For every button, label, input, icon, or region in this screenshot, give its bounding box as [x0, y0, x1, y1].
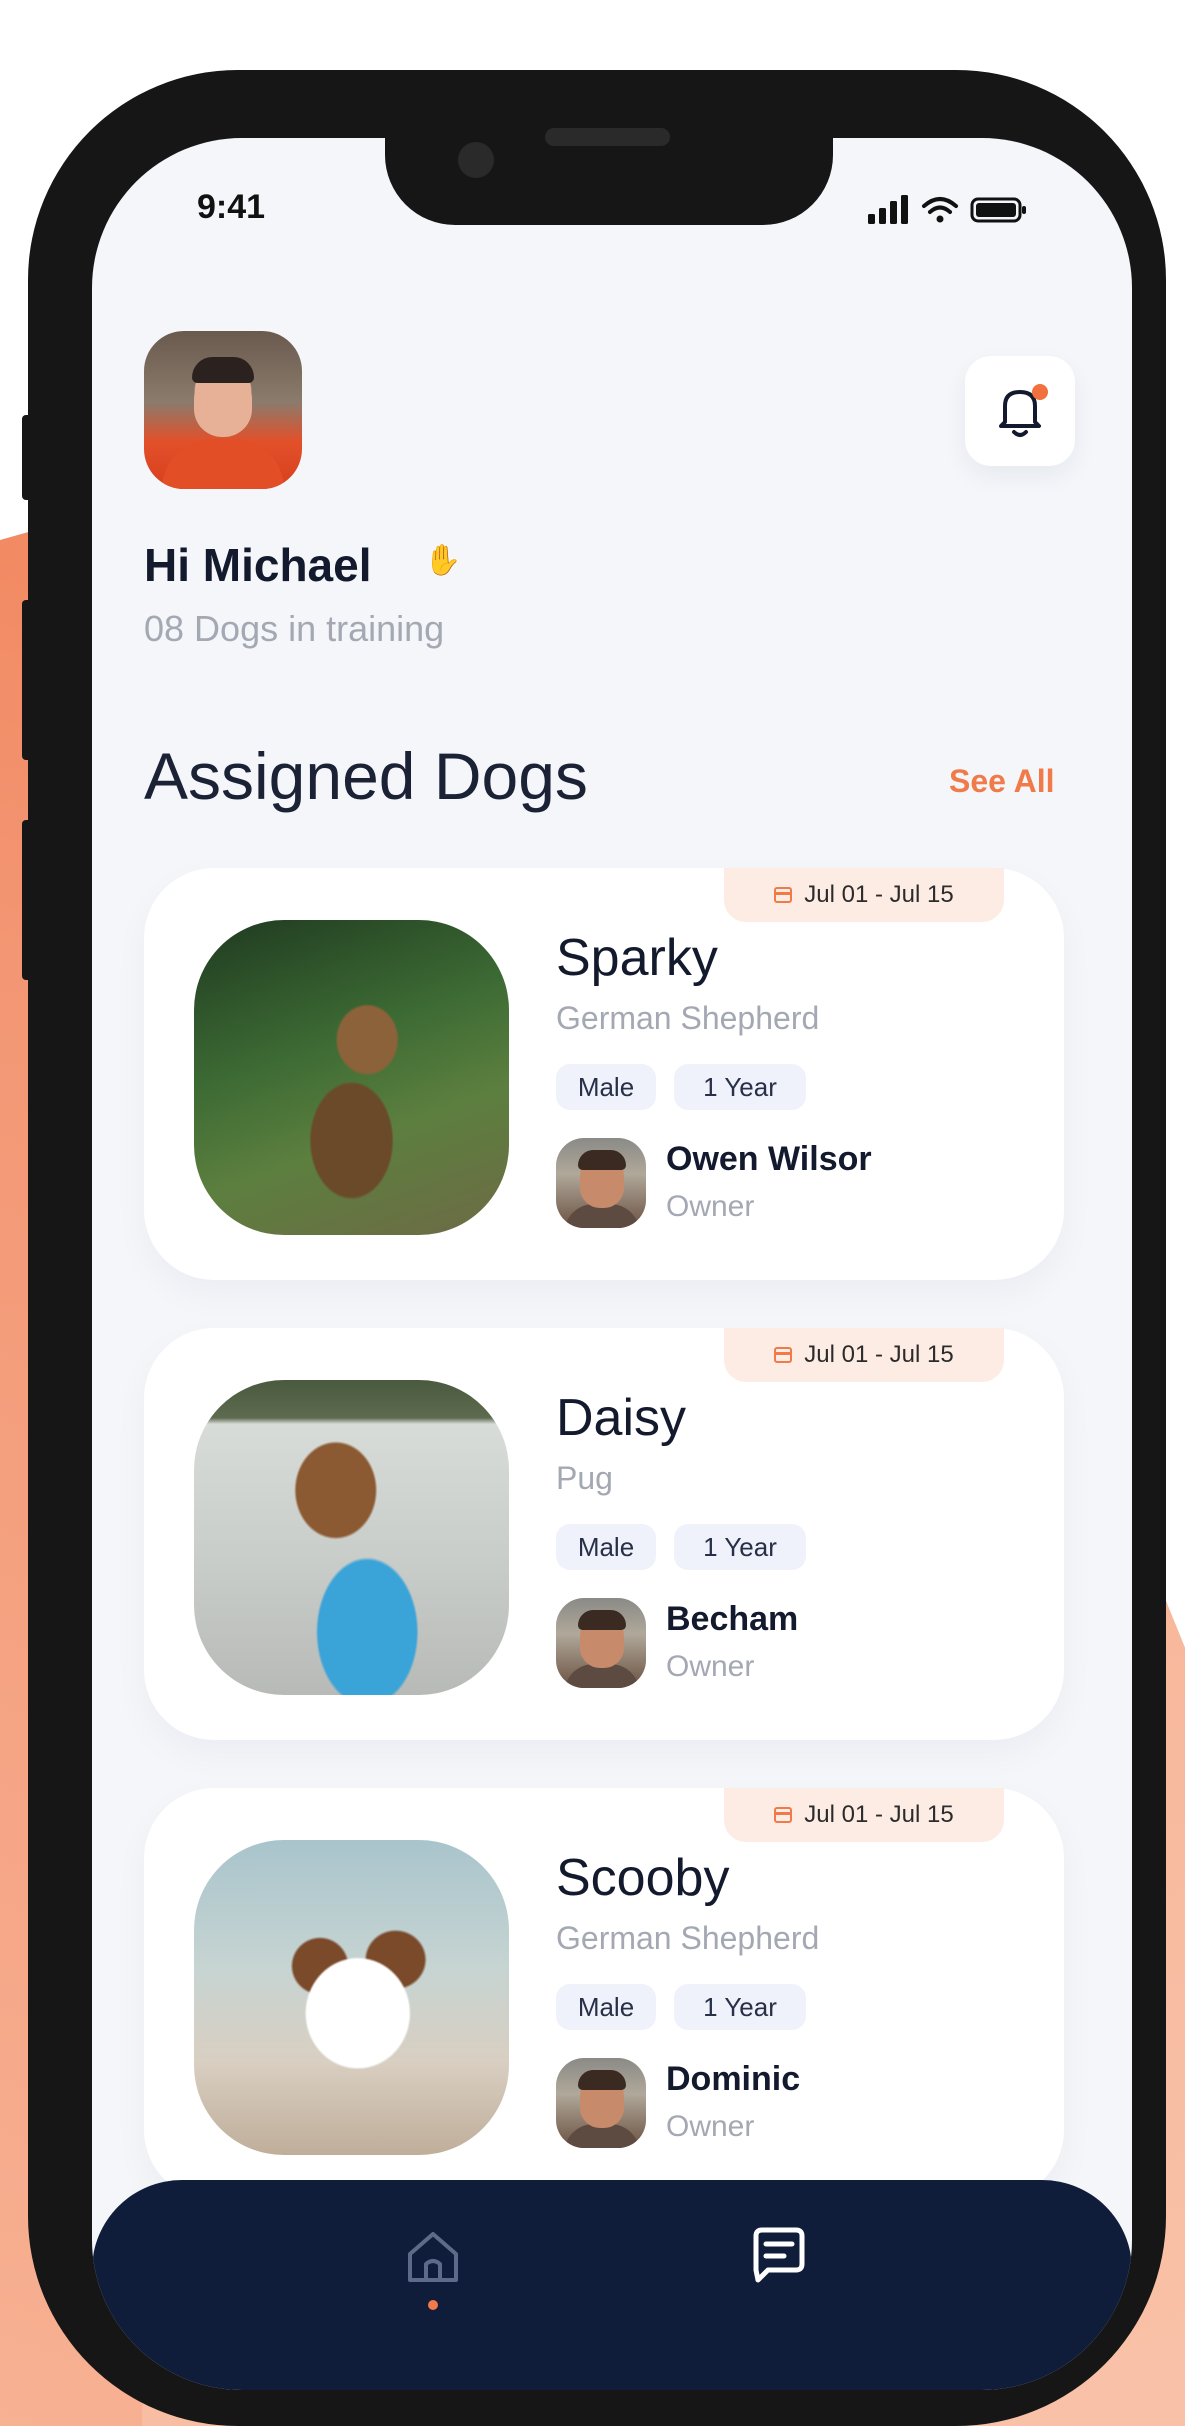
- bottom-nav: [92, 2180, 1132, 2390]
- user-avatar[interactable]: [144, 331, 302, 489]
- battery-icon: [970, 197, 1026, 223]
- age-tag: 1 Year: [674, 1984, 806, 2030]
- gender-tag: Male: [556, 1524, 656, 1570]
- date-range-badge: Jul 01 - Jul 15: [724, 868, 1004, 922]
- calendar-icon: [774, 887, 793, 903]
- dog-name: Daisy: [556, 1389, 687, 1447]
- owner-role: Owner: [666, 1650, 755, 1683]
- dog-card[interactable]: Jul 01 - Jul 15 Scooby German Shepherd M…: [144, 1788, 1064, 2200]
- date-range-badge: Jul 01 - Jul 15: [724, 1788, 1004, 1842]
- front-camera: [458, 142, 494, 178]
- bell-icon: [999, 390, 1041, 437]
- dog-photo: [194, 1840, 509, 2155]
- dog-photo: [194, 920, 509, 1235]
- age-tag: 1 Year: [674, 1064, 806, 1110]
- date-range-badge: Jul 01 - Jul 15: [724, 1328, 1004, 1382]
- signal-icon: [868, 195, 908, 224]
- owner-role: Owner: [666, 1190, 755, 1223]
- chat-icon[interactable]: [744, 2220, 814, 2290]
- calendar-icon: [774, 1807, 793, 1823]
- dogs-in-training-count: 08 Dogs in training: [144, 608, 445, 649]
- section-title: Assigned Dogs: [144, 739, 588, 813]
- active-indicator: [428, 2300, 438, 2310]
- greeting: Hi Michael: [144, 539, 372, 591]
- owner-name: Becham: [666, 1600, 799, 1638]
- gender-tag: Male: [556, 1984, 656, 2030]
- age-tag: 1 Year: [674, 1524, 806, 1570]
- status-icons: [868, 195, 1026, 224]
- owner-avatar: [556, 1598, 646, 1688]
- status-time: 9:41: [197, 188, 266, 226]
- notifications-button[interactable]: [965, 356, 1075, 466]
- app-screen: 9:41 Hi Michael ✋ 08 Dogs in training As…: [92, 138, 1132, 2390]
- dog-card[interactable]: Jul 01 - Jul 15 Sparky German Shepherd M…: [144, 868, 1064, 1280]
- wave-emoji-icon: ✋: [424, 544, 462, 577]
- see-all-link[interactable]: See All: [949, 763, 1055, 800]
- gender-tag: Male: [556, 1064, 656, 1110]
- dog-breed: Pug: [556, 1460, 613, 1496]
- dog-name: Sparky: [556, 929, 718, 987]
- dog-breed: German Shepherd: [556, 1000, 820, 1036]
- dog-breed: German Shepherd: [556, 1920, 820, 1956]
- wifi-icon: [922, 197, 958, 214]
- owner-avatar: [556, 1138, 646, 1228]
- dog-photo: [194, 1380, 509, 1695]
- home-icon[interactable]: [398, 2222, 468, 2292]
- dog-name: Scooby: [556, 1849, 730, 1907]
- owner-name: Owen Wilsor: [666, 1140, 872, 1178]
- speaker: [545, 128, 670, 146]
- owner-name: Dominic: [666, 2060, 801, 2098]
- dog-card[interactable]: Jul 01 - Jul 15 Daisy Pug Male 1 Year Be…: [144, 1328, 1064, 1740]
- owner-role: Owner: [666, 2110, 755, 2143]
- notification-dot: [1032, 384, 1048, 400]
- owner-avatar: [556, 2058, 646, 2148]
- calendar-icon: [774, 1347, 793, 1363]
